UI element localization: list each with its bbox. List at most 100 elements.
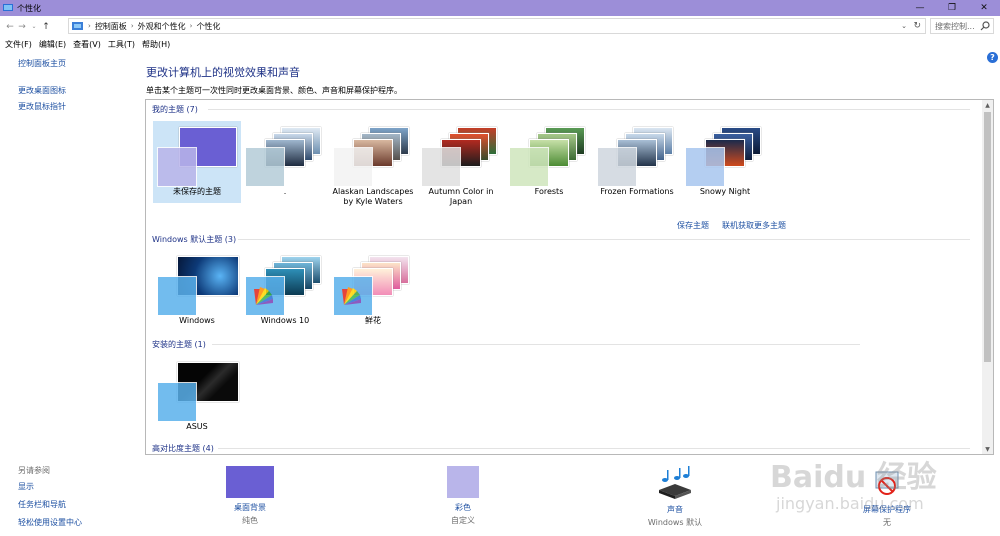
up-arrow-icon[interactable]: ↑: [40, 20, 52, 34]
desktop-background-value: 纯色: [242, 516, 258, 525]
theme-thumbnail: [421, 125, 501, 187]
page-subtitle: 单击某个主题可一次性同时更改桌面背景、颜色、声音和屏幕保护程序。: [146, 86, 402, 95]
theme-label: Alaskan Landscapes by Kyle Waters: [332, 187, 414, 206]
theme-thumbnail: [157, 254, 239, 316]
menu-bar: 文件(F) 编辑(E) 查看(V) 工具(T) 帮助(H): [0, 37, 177, 52]
search-placeholder: 搜索控制...: [935, 21, 975, 31]
theme-windows-10[interactable]: Windows 10: [241, 250, 329, 332]
see-also-display-link[interactable]: 显示: [18, 481, 128, 492]
theme-thumbnail: [245, 125, 325, 187]
refresh-icon[interactable]: ↻: [913, 21, 921, 31]
recent-dropdown-icon[interactable]: ⌄: [28, 20, 40, 34]
chevron-right-icon: ›: [130, 22, 134, 30]
control-panel-home-link[interactable]: 控制面板主页: [18, 58, 128, 69]
back-arrow-icon[interactable]: ←: [4, 20, 16, 34]
theme-label: 鲜花: [365, 316, 381, 325]
change-mouse-pointers-link[interactable]: 更改鼠标指针: [18, 101, 128, 112]
group-header-my-themes: 我的主题 (7): [152, 105, 198, 114]
theme-frozen-formations[interactable]: Frozen Formations: [593, 121, 681, 203]
theme-alaskan-landscapes[interactable]: Alaskan Landscapes by Kyle Waters: [329, 121, 417, 206]
change-desktop-icons-link[interactable]: 更改桌面图标: [18, 85, 128, 96]
theme-asus[interactable]: ASUS: [153, 356, 241, 438]
color-fan-icon: [254, 287, 273, 305]
theme-label: 未保存的主题: [173, 187, 221, 196]
theme-thumbnail: [157, 125, 237, 187]
menu-file[interactable]: 文件(F): [5, 39, 32, 50]
theme-list[interactable]: 我的主题 (7) 未保存的主题 . Alaskan Landscapes by …: [145, 99, 994, 455]
theme-unsaved[interactable]: 未保存的主题: [153, 121, 241, 203]
theme-thumbnail: [685, 125, 765, 187]
theme-label: .: [283, 187, 287, 196]
theme-thumbnail: [597, 125, 677, 187]
search-input[interactable]: 搜索控制...: [930, 18, 994, 34]
color-value: 自定义: [451, 516, 475, 525]
vertical-scrollbar[interactable]: ▲ ▼: [982, 100, 993, 454]
menu-view[interactable]: 查看(V): [73, 39, 101, 50]
color-fan-icon: [342, 287, 361, 305]
theme-label: Windows 10: [260, 316, 310, 325]
color-button[interactable]: 彩色 自定义: [418, 466, 508, 526]
minimize-button[interactable]: —: [904, 0, 936, 16]
theme-forests[interactable]: Forests: [505, 121, 593, 203]
group-divider: [212, 344, 860, 345]
crumb-personalization[interactable]: 个性化: [196, 21, 220, 32]
crumb-appearance[interactable]: 外观和个性化: [138, 21, 186, 32]
screen-saver-button[interactable]: 屏幕保护程序 无: [842, 466, 932, 528]
theme-label: Autumn Color in Japan: [428, 187, 494, 206]
close-button[interactable]: ✕: [968, 0, 1000, 16]
group-header-installed-themes: 安装的主题 (1): [152, 340, 206, 349]
left-nav: 控制面板主页 更改桌面图标 更改鼠标指针: [18, 58, 128, 112]
title-bar: 个性化 — ❐ ✕: [0, 0, 1000, 16]
screen-saver-value: 无: [883, 518, 891, 527]
sound-value: Windows 默认: [647, 518, 703, 527]
desktop-background-label: 桌面背景: [234, 503, 266, 512]
scrollbar-thumb[interactable]: [984, 112, 991, 362]
theme-snowy-night[interactable]: Snowy Night: [681, 121, 769, 203]
background-swatch: [226, 466, 274, 498]
theme-windows[interactable]: Windows: [153, 250, 241, 332]
see-also-taskbar-link[interactable]: 任务栏和导航: [18, 499, 128, 510]
color-label: 彩色: [455, 503, 471, 512]
forward-arrow-icon[interactable]: →: [16, 20, 28, 34]
theme-thumbnail: [245, 254, 325, 316]
see-also-ease-of-access-link[interactable]: 轻松使用设置中心: [18, 517, 128, 528]
scroll-down-icon[interactable]: ▼: [982, 444, 993, 454]
help-icon[interactable]: ?: [987, 52, 998, 63]
personalization-icon: [3, 4, 13, 11]
theme-autumn-japan[interactable]: Autumn Color in Japan: [417, 121, 505, 206]
theme-label: ASUS: [186, 422, 208, 431]
see-also: 另请参阅 显示 任务栏和导航 轻松使用设置中心: [18, 465, 128, 535]
search-icon[interactable]: [980, 21, 990, 31]
breadcrumb[interactable]: › 控制面板 › 外观和个性化 › 个性化 ⌄ ↻: [68, 18, 926, 34]
menu-edit[interactable]: 编辑(E): [39, 39, 66, 50]
group-divider: [218, 448, 970, 449]
crumb-control-panel[interactable]: 控制面板: [95, 21, 127, 32]
theme-thumbnail: [509, 125, 589, 187]
chevron-down-icon[interactable]: ⌄: [901, 22, 907, 30]
scroll-up-icon[interactable]: ▲: [982, 100, 993, 110]
sound-label: 声音: [667, 505, 683, 514]
menu-help[interactable]: 帮助(H): [142, 39, 170, 50]
theme-label: Forests: [534, 187, 564, 196]
theme-label: Windows: [179, 316, 215, 325]
window-title: 个性化: [17, 3, 41, 13]
theme-dot[interactable]: .: [241, 121, 329, 203]
theme-label: Frozen Formations: [600, 187, 674, 196]
get-more-themes-link[interactable]: 联机获取更多主题: [722, 220, 786, 231]
theme-label: Snowy Night: [699, 187, 751, 196]
group-header-windows-themes: Windows 默认主题 (3): [152, 235, 237, 244]
address-bar: ← → ⌄ ↑ › 控制面板 › 外观和个性化 › 个性化 ⌄ ↻ 搜索控制..…: [0, 17, 1000, 36]
menu-tools[interactable]: 工具(T): [108, 39, 135, 50]
control-panel-icon: [72, 22, 83, 30]
sound-button[interactable]: 声音 Windows 默认: [630, 466, 720, 528]
theme-flowers[interactable]: 鲜花: [329, 250, 417, 332]
see-also-header: 另请参阅: [18, 466, 50, 475]
desktop-background-button[interactable]: 桌面背景 纯色: [205, 466, 295, 526]
chevron-right-icon: ›: [189, 22, 193, 30]
theme-thumbnail: [333, 125, 413, 187]
save-theme-link[interactable]: 保存主题: [677, 220, 709, 231]
restore-button[interactable]: ❐: [936, 0, 968, 16]
page-title: 更改计算机上的视觉效果和声音: [146, 66, 300, 79]
theme-thumbnail: [333, 254, 413, 316]
group-divider: [208, 109, 970, 110]
